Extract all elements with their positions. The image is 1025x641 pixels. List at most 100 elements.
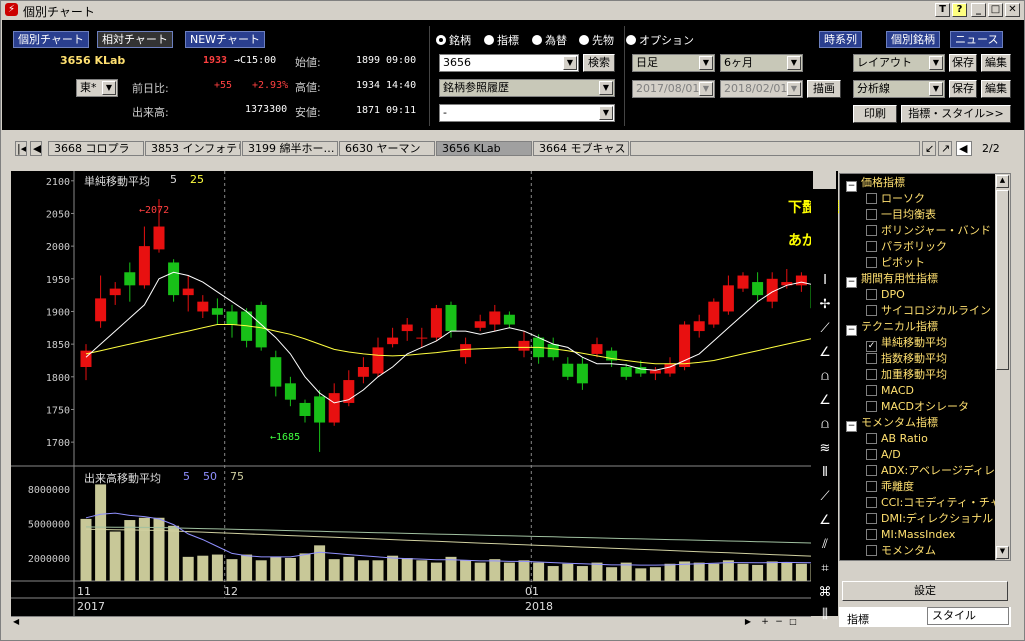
radio-fx[interactable]: 為替 — [532, 32, 567, 48]
history-select[interactable]: 銘柄参照履歴 ▼ — [439, 79, 615, 97]
print-button[interactable]: 印刷 — [853, 105, 897, 123]
parallel-lines-icon[interactable]: ⫴ — [815, 463, 835, 483]
from-date-select[interactable]: 2017/08/01 ▼ — [632, 80, 715, 98]
tab-3656[interactable]: 3656 KLab — [436, 141, 532, 156]
first-tab-icon[interactable]: |◀ — [15, 141, 27, 156]
crosshair-icon[interactable]: ✢ — [815, 295, 835, 315]
tab-style[interactable]: スタイル — [927, 607, 1009, 625]
trendline-icon[interactable]: ⟋ — [815, 319, 835, 339]
prev-tab-icon[interactable]: ◀ — [30, 141, 42, 156]
candlestick-chart[interactable]: 2100 2050 2000 1950 1900 1850 1800 1750 1700 8000… — [11, 171, 953, 616]
tab-indicators[interactable]: 指標 — [847, 611, 869, 627]
exchange-select[interactable]: 東* ▼ — [76, 79, 118, 97]
tree-item[interactable]: A/D — [866, 447, 901, 463]
time-zone-icon[interactable]: ⫼ — [815, 605, 835, 625]
tree-item[interactable]: MI:MassIndex — [866, 527, 955, 543]
tree-item[interactable]: DPO — [866, 287, 905, 303]
draw-button[interactable]: 描画 — [807, 80, 841, 98]
tree-item[interactable]: AB Ratio — [866, 431, 928, 447]
nav-timeseries[interactable]: 時系列 — [819, 31, 862, 48]
cursor-icon[interactable]: Ⅰ — [815, 271, 835, 291]
gann-icon[interactable]: ∠ — [815, 511, 835, 531]
nav-stock-detail[interactable]: 個別銘柄 — [886, 31, 940, 48]
toolbar-header[interactable] — [813, 171, 836, 189]
radio-futures[interactable]: 先物 — [579, 32, 614, 48]
interval-select[interactable]: 日足 ▼ — [632, 54, 715, 72]
tree-group[interactable]: − モメンタム指標 — [846, 415, 938, 432]
tree-item[interactable]: ローソク — [866, 191, 925, 207]
fibonacci-time-icon[interactable]: ⟋ — [815, 487, 835, 507]
fibonacci-arc-icon[interactable]: ⩍ — [815, 367, 835, 387]
tab-3199[interactable]: 3199 綿半ホー… — [242, 141, 338, 156]
candle-body — [299, 402, 311, 416]
tab-3668[interactable]: 3668 コロプラ — [48, 141, 144, 156]
radio-stock[interactable]: 銘柄 — [436, 32, 471, 48]
nav-new-chart[interactable]: NEWチャート — [185, 31, 265, 48]
tree-item[interactable]: モメンタム — [866, 543, 936, 559]
indicator-style-button[interactable]: 指標・スタイル>> — [901, 105, 1011, 123]
layout-select[interactable]: レイアウト ▼ — [853, 54, 945, 72]
indicator-tree[interactable]: − 価格指標 ローソク 一目均衡表 ボリンジャー・バンド パラボリック ピボット − 期間有用性… — [840, 174, 996, 560]
layout-save-button[interactable]: 保存 — [949, 54, 977, 72]
tree-item[interactable]: MACD — [866, 383, 914, 399]
tree-item[interactable]: 一目均衡表 — [866, 207, 936, 223]
tree-item[interactable]: ✓ 単純移動平均 — [866, 335, 947, 352]
nav-relative-chart[interactable]: 相対チャート — [97, 31, 173, 48]
text-mode-button[interactable]: T — [935, 3, 950, 17]
channel-icon[interactable]: ≋ — [815, 439, 835, 459]
search-button[interactable]: 検索 — [583, 54, 615, 72]
help-button[interactable]: ? — [952, 3, 967, 17]
tree-item[interactable]: ADX:アベレージディレ — [866, 463, 995, 479]
nav-news[interactable]: ニュース — [950, 31, 1004, 48]
tree-item[interactable]: ピボット — [866, 255, 925, 271]
tree-item[interactable]: ボリンジャー・バンド — [866, 223, 991, 239]
chart-scrollbar[interactable]: ◀ ▶ + − □ — [11, 616, 811, 629]
tree-group[interactable]: − 期間有用性指標 — [846, 271, 938, 288]
stock-code-input[interactable]: 3656 ▼ — [439, 54, 579, 72]
settings-button[interactable]: 設定 — [842, 581, 1008, 601]
tree-item[interactable]: 指数移動平均 — [866, 351, 947, 367]
tab-menu-icon[interactable]: ↙ — [922, 141, 936, 156]
tree-item[interactable]: DMI:ディレクショナル — [866, 511, 993, 527]
tree-item[interactable]: パラボリック — [866, 239, 947, 255]
fan-icon[interactable]: ∠ — [815, 343, 835, 363]
analysis-save-button[interactable]: 保存 — [949, 80, 977, 98]
tree-item[interactable]: CCI:コモディティ・チャ — [866, 495, 996, 511]
volume-bar — [284, 558, 296, 581]
minimize-button[interactable]: _ — [971, 3, 986, 17]
layout-edit-button[interactable]: 編集 — [981, 54, 1011, 72]
radio-indicator[interactable]: 指標 — [484, 32, 519, 48]
volume-bar — [372, 560, 384, 581]
tree-item[interactable]: MACDオシレータ — [866, 399, 969, 415]
back-icon[interactable]: ◀ — [956, 141, 972, 156]
tab-6630[interactable]: 6630 ヤーマン — [339, 141, 435, 156]
regression-icon[interactable]: ⫽ — [815, 535, 835, 555]
tab-sort-icon[interactable]: ↗ — [938, 141, 952, 156]
range-select[interactable]: 6ヶ月 ▼ — [720, 54, 803, 72]
candle-body — [416, 337, 428, 339]
nav-individual-chart[interactable]: 個別チャート — [13, 31, 89, 48]
to-date-select[interactable]: 2018/02/01 ▼ — [720, 80, 803, 98]
sub-select[interactable]: - ▼ — [439, 104, 615, 122]
cycle-icon[interactable]: ⌘ — [815, 583, 835, 603]
fibonacci-fan-icon[interactable]: ∠ — [815, 391, 835, 411]
chart-area[interactable]: 2100 2050 2000 1950 1900 1850 1800 1750 1700 8000… — [11, 171, 953, 616]
tab-3664[interactable]: 3664 モブキャス — [533, 141, 629, 156]
title-bar[interactable]: ⚡ 個別チャート T ? _ □ ✕ — [1, 1, 1024, 19]
tree-group[interactable]: − 価格指標 — [846, 175, 905, 192]
bracket-icon[interactable]: ⌗ — [815, 559, 835, 579]
tree-scrollbar[interactable]: ▲ ▼ — [995, 174, 1010, 560]
tab-3853[interactable]: 3853 インフォテリ — [145, 141, 241, 156]
chevron-down-icon: ▼ — [787, 82, 801, 96]
tree-item[interactable]: 加重移動平均 — [866, 367, 947, 383]
tree-item[interactable]: 乖離度 — [866, 479, 914, 495]
fibonacci-retracement-icon[interactable]: ⩍ — [815, 415, 835, 435]
analysis-edit-button[interactable]: 編集 — [981, 80, 1011, 98]
analysis-select[interactable]: 分析線 ▼ — [853, 80, 945, 98]
radio-options[interactable]: オプション — [626, 32, 694, 48]
tree-group[interactable]: − テクニカル指標 — [846, 319, 938, 336]
tree-item[interactable]: サイコロジカルライン — [866, 303, 991, 319]
tree-hscroll[interactable] — [839, 562, 1011, 576]
close-button[interactable]: ✕ — [1005, 3, 1020, 17]
maximize-button[interactable]: □ — [988, 3, 1003, 17]
